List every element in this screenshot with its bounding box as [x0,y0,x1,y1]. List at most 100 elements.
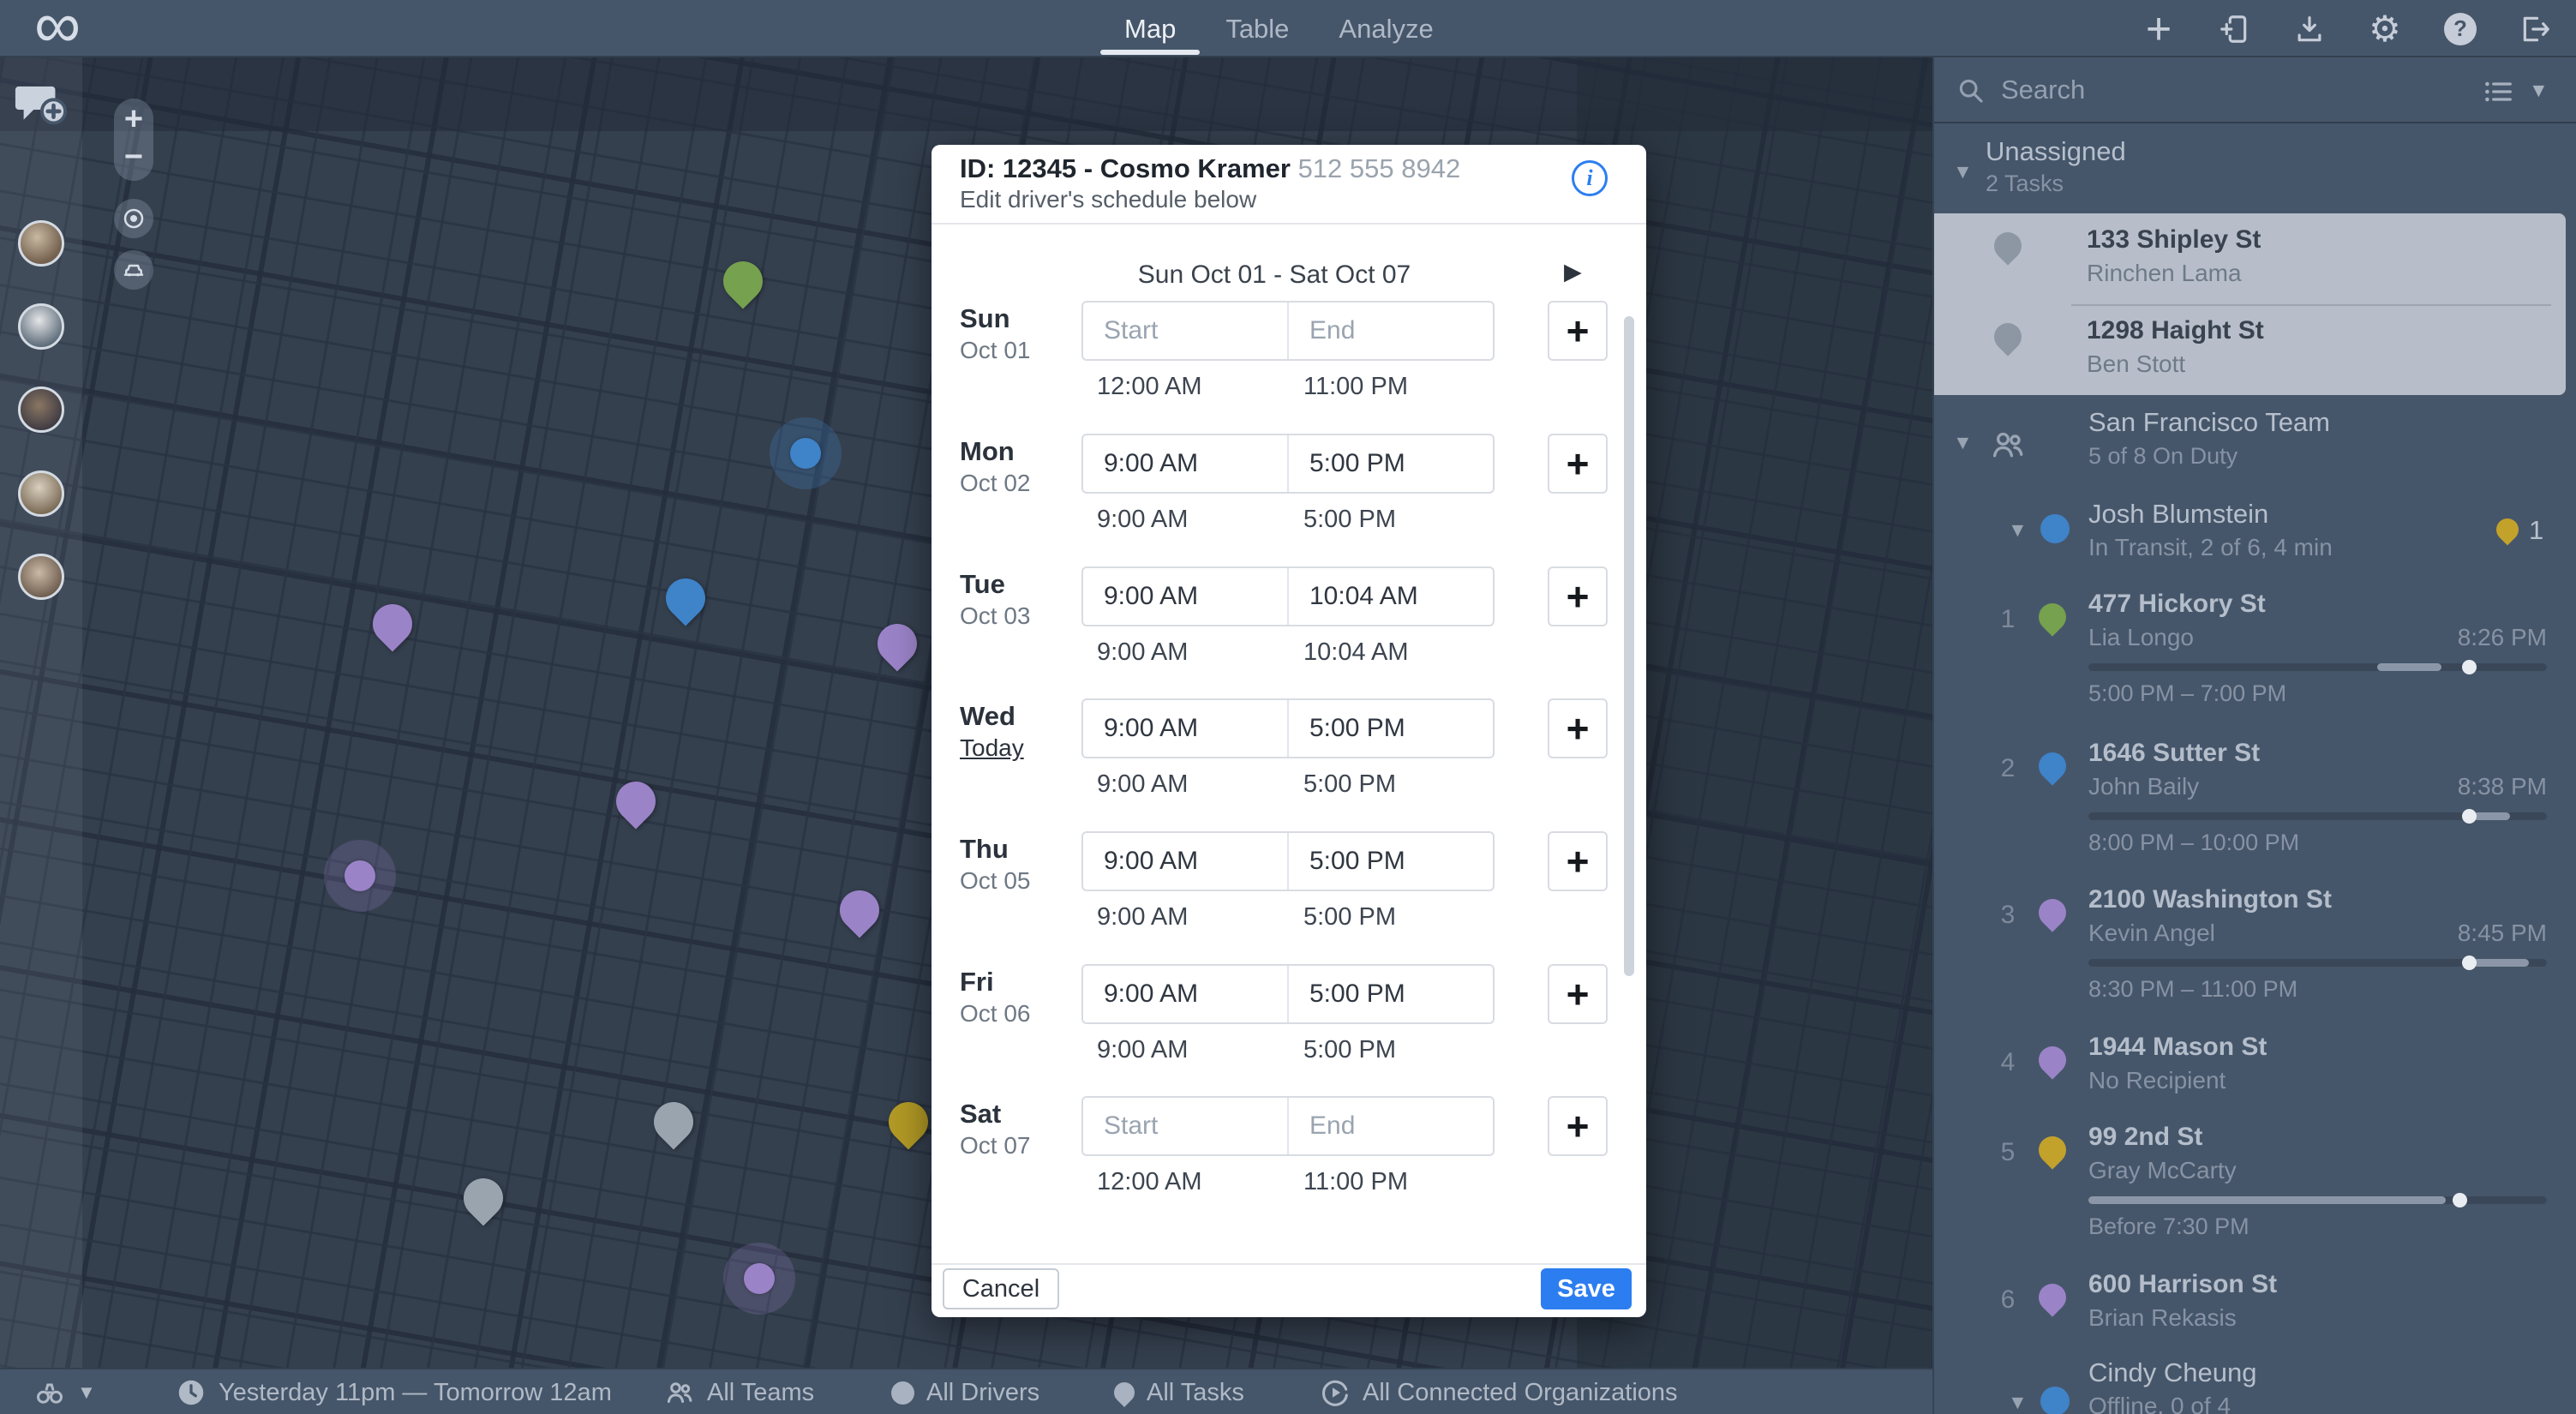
drivers-filter[interactable]: All Drivers [891,1369,1039,1414]
driver-avatar[interactable] [18,220,64,267]
driver-avatar[interactable] [18,303,64,350]
onfleet-logo-icon[interactable]: ∞ [34,0,81,63]
driver-avatar[interactable] [18,554,64,600]
save-button[interactable]: Save [1541,1268,1632,1309]
chevron-down-icon[interactable]: ▼ [2529,79,2549,102]
map-driver-dot-purple[interactable] [344,860,375,891]
map-driver-dot-blue[interactable] [790,438,821,469]
task-row[interactable]: 21646 Sutter StJohn Baily8:38 PM8:00 PM … [1934,739,2566,867]
zoom-out-button[interactable]: − [114,136,153,177]
add-shift-button[interactable]: + [1548,566,1608,626]
shift-start-input[interactable] [1083,1111,1287,1141]
shift-start-input[interactable] [1083,449,1287,478]
connected-orgs-icon [1320,1377,1351,1408]
group-unassigned[interactable]: Unassigned [1986,136,2126,167]
shift-start-input[interactable] [1083,582,1287,611]
task-address[interactable]: 1298 Haight St [2087,316,2264,345]
zoom-control: + − [114,99,153,181]
shift-summary: 12:00 AM11:00 PM [1081,1168,1495,1196]
list-view-icon[interactable] [2483,76,2513,107]
driver-name[interactable]: Josh Blumstein [2088,499,2268,530]
modal-subtitle: Edit driver's schedule below [960,186,1256,213]
lookup-filter[interactable]: ▼ [34,1369,96,1414]
task-row[interactable]: 599 2nd StGray McCartyBefore 7:30 PM [1934,1123,2566,1251]
map-task-pin-purple[interactable] [608,773,663,829]
app-screen: + − ∞ Map Table Analyze + [0,0,2576,1414]
map-task-pin-gray[interactable] [455,1170,511,1225]
driver-name[interactable]: Cindy Cheung [2088,1357,2256,1388]
task-sidebar: ▼ ▼ Unassigned 2 Tasks 133 Shipley St Ri… [1932,57,2576,1414]
tab-analyze[interactable]: Analyze [1339,0,1433,57]
collapse-caret-icon[interactable]: ▼ [1953,431,1973,454]
organizations-filter[interactable]: All Connected Organizations [1320,1369,1678,1414]
group-unassigned-count: 2 Tasks [1986,171,2064,197]
import-icon[interactable] [2216,11,2252,47]
locate-icon[interactable] [114,199,153,238]
day-date: Oct 07 [960,1130,1088,1161]
tab-table[interactable]: Table [1225,0,1289,57]
add-shift-button[interactable]: + [1548,434,1608,494]
map-task-pin-purple[interactable] [364,596,420,651]
collapse-caret-icon[interactable]: ▼ [2008,518,2028,542]
search-input[interactable] [2001,69,2464,111]
map-task-pin-purple[interactable] [831,882,887,938]
help-icon[interactable]: ? [2442,11,2478,47]
create-task-icon[interactable]: + [2141,11,2177,47]
add-shift-button[interactable]: + [1548,964,1608,1024]
modal-scrollbar[interactable] [1624,316,1634,976]
shift-end-input[interactable] [1289,449,1493,478]
task-eta: 8:26 PM [2088,624,2547,651]
map-task-pin-gold[interactable] [880,1093,936,1149]
shift-start-input[interactable] [1083,847,1287,876]
collapse-caret-icon[interactable]: ▼ [2008,1391,2028,1414]
shift-start-input[interactable] [1083,316,1287,345]
shift-end-input[interactable] [1289,316,1493,345]
map-task-pin-green[interactable] [715,253,770,309]
new-chat-icon[interactable] [14,81,67,129]
driver-avatar[interactable] [18,386,64,433]
shift-end-input[interactable] [1289,582,1493,611]
download-icon[interactable] [2291,11,2327,47]
day-label: SatOct 07 [960,1098,1088,1161]
shift-time-inputs [1081,964,1495,1024]
shift-end-input[interactable] [1289,714,1493,743]
map-driver-dot-purple[interactable] [744,1263,775,1294]
logout-icon[interactable] [2518,11,2554,47]
task-row[interactable]: 1477 Hickory StLia Longo8:26 PM5:00 PM –… [1934,590,2566,718]
vehicle-icon[interactable] [114,250,153,290]
shift-end-input[interactable] [1289,1111,1493,1141]
week-range-label: Sun Oct 01 - Sat Oct 07 [932,261,1617,290]
shift-summary: 9:00 AM10:04 AM [1081,638,1495,667]
task-row[interactable]: 32100 Washington StKevin Angel8:45 PM8:3… [1934,885,2566,1014]
shift-start-input[interactable] [1083,714,1287,743]
cancel-button[interactable]: Cancel [943,1268,1059,1309]
add-shift-button[interactable]: + [1548,831,1608,891]
shift-end-summary: 11:00 PM [1288,1168,1495,1196]
task-address[interactable]: 133 Shipley St [2087,225,2261,255]
add-shift-button[interactable]: + [1548,1096,1608,1156]
zoom-in-button[interactable]: + [114,99,153,140]
shift-start-input[interactable] [1083,980,1287,1009]
add-shift-button[interactable]: + [1548,698,1608,758]
map-task-pin-gray[interactable] [645,1093,701,1149]
group-team[interactable]: San Francisco Team [2088,407,2330,438]
info-icon[interactable]: i [1572,160,1608,196]
add-shift-button[interactable]: + [1548,301,1608,361]
map-task-pin-blue[interactable] [657,570,713,626]
collapse-caret-icon[interactable]: ▼ [1953,160,1973,183]
day-date: Oct 05 [960,866,1088,896]
tab-map[interactable]: Map [1124,0,1176,57]
tasks-filter[interactable]: All Tasks [1114,1369,1244,1414]
shift-end-input[interactable] [1289,847,1493,876]
driver-rail [0,57,82,1368]
time-range-filter[interactable]: Yesterday 11pm — Tomorrow 12am [176,1369,612,1414]
driver-avatar[interactable] [18,470,64,517]
shift-time-inputs [1081,831,1495,891]
shift-end-input[interactable] [1289,980,1493,1009]
map-task-pin-purple[interactable] [869,615,925,671]
task-recipient: Ben Stott [2087,351,2185,378]
task-address: 2100 Washington St [2088,885,2332,914]
teams-filter[interactable]: All Teams [664,1369,814,1414]
settings-gear-icon[interactable]: ⚙ [2367,11,2403,47]
next-week-icon[interactable]: ▶ [1564,259,1582,285]
